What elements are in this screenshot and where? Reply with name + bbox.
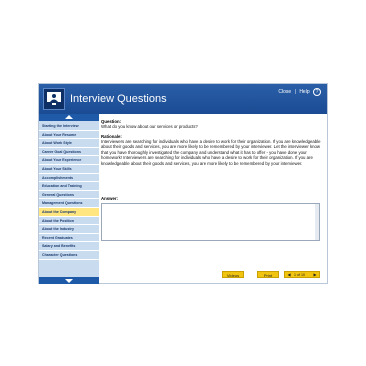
sidebar-item[interactable]: Salary and Benefits — [39, 242, 99, 251]
answer-scrollbar[interactable] — [315, 204, 319, 240]
sidebar-scroll-down-button[interactable] — [39, 277, 99, 284]
question-text: What do you know about our services or p… — [101, 124, 198, 129]
sidebar-item[interactable]: Education and Training — [39, 182, 99, 191]
sidebar-item[interactable]: Character Questions — [39, 250, 99, 260]
monitor-person-icon — [43, 88, 65, 110]
sidebar-item[interactable]: Recent Graduates — [39, 233, 99, 243]
previous-page-icon[interactable]: ◀ — [286, 272, 292, 278]
sidebar-item[interactable]: About Your Experience — [39, 156, 99, 165]
close-link[interactable]: Close — [278, 89, 291, 95]
page-title: Interview Questions — [70, 93, 167, 105]
answer-field[interactable] — [101, 203, 320, 241]
arrow-up-icon — [65, 115, 73, 119]
header-bar: Interview Questions Close | Help ? — [39, 84, 327, 114]
arrow-down-icon — [65, 279, 73, 283]
sidebar-item[interactable]: General Questions — [39, 190, 99, 200]
top-links: Close | Help ? — [276, 88, 321, 96]
sidebar-item[interactable]: Starting the Interview — [39, 122, 99, 131]
question-block: Question: What do you know about our ser… — [101, 119, 321, 129]
print-button[interactable]: Print — [257, 271, 279, 278]
sidebar-item[interactable]: About Your Skills — [39, 164, 99, 174]
separator: | — [294, 89, 296, 96]
sidebar-menu: Starting the Interview About Your Resume A… — [39, 122, 99, 260]
footer-bar: Videos Print ◀ 1 of 10 ▶ — [100, 270, 325, 280]
rationale-text: Interviewers are searching for individua… — [101, 139, 321, 166]
videos-button[interactable]: Videos — [222, 271, 244, 278]
sidebar: Starting the Interview About Your Resume A… — [39, 114, 99, 284]
answer-input[interactable] — [102, 204, 319, 240]
sidebar-item[interactable]: About the Industry — [39, 225, 99, 234]
sidebar-item[interactable]: Management Questions — [39, 199, 99, 208]
pager: ◀ 1 of 10 ▶ — [284, 271, 320, 278]
answer-label: Answer: — [101, 196, 118, 201]
help-icon[interactable]: ? — [313, 88, 321, 96]
app-window: Interview Questions Close | Help ? Start… — [38, 83, 328, 284]
rationale-block: Rationale: Interviewers are searching fo… — [101, 134, 321, 166]
next-page-icon[interactable]: ▶ — [312, 272, 318, 278]
sidebar-item[interactable]: About Your Resume — [39, 130, 99, 140]
sidebar-item[interactable]: About Work Style — [39, 139, 99, 148]
sidebar-item[interactable]: About the Position — [39, 216, 99, 226]
sidebar-item[interactable]: Accomplishments — [39, 173, 99, 183]
content-panel: Question: What do you know about our ser… — [100, 114, 325, 272]
help-link[interactable]: Help — [299, 89, 309, 95]
sidebar-scroll-up-button[interactable] — [39, 114, 99, 121]
sidebar-item[interactable]: About the Company — [39, 207, 99, 217]
sidebar-item[interactable]: Career Goal Questions — [39, 147, 99, 157]
page-count: 1 of 10 — [294, 273, 305, 277]
